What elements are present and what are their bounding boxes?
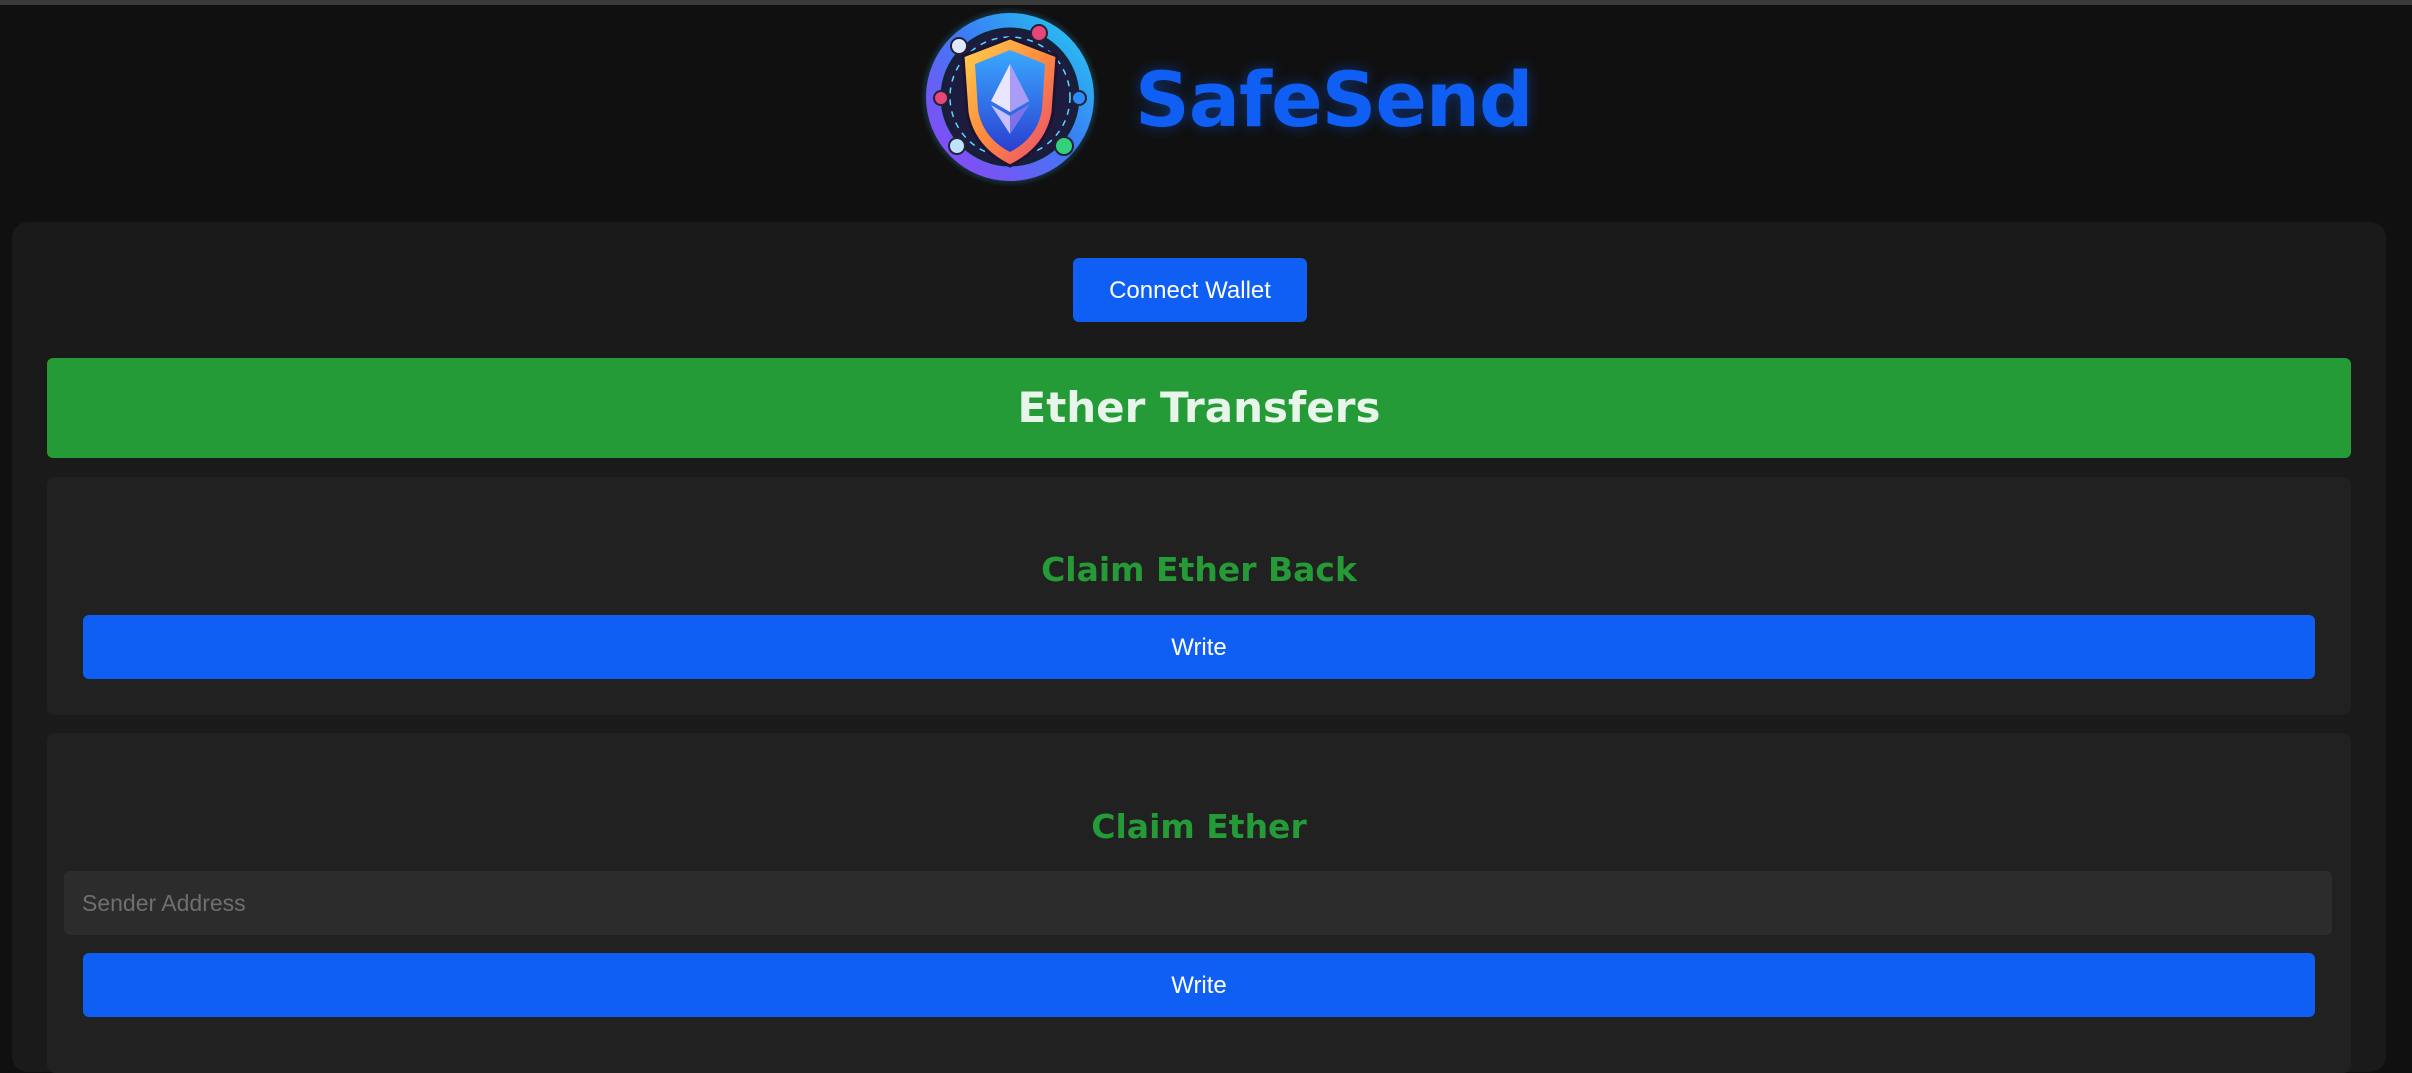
connect-wallet-button[interactable]: Connect Wallet [1073, 258, 1307, 322]
claim-ether-back-card: Claim Ether Back Write [47, 477, 2351, 715]
shield-ethereum-logo-icon [920, 7, 1100, 187]
sender-address-input[interactable] [64, 871, 2332, 935]
app-header: SafeSend [0, 5, 2412, 215]
claim-ether-card: Claim Ether Write [47, 733, 2351, 1073]
claim-ether-back-write-button[interactable]: Write [83, 615, 2315, 679]
brand-title: SafeSend [1135, 55, 1533, 144]
claim-ether-title: Claim Ether [1091, 807, 1307, 846]
claim-ether-write-button[interactable]: Write [83, 953, 2315, 1017]
ether-transfers-banner: Ether Transfers [47, 358, 2351, 458]
claim-ether-back-title: Claim Ether Back [1041, 550, 1357, 589]
